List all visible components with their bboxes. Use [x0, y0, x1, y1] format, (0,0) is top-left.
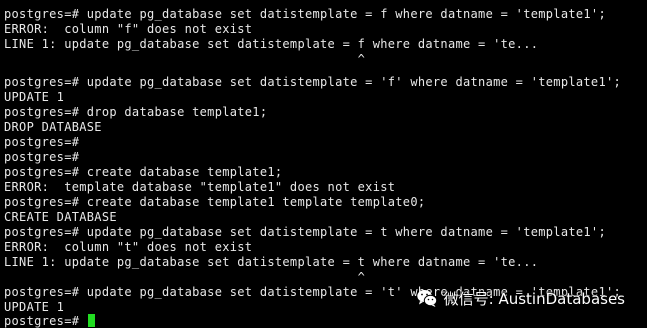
terminal-line: LINE 1: update pg_database set datistemp…: [4, 37, 539, 51]
wechat-watermark: 微信号: AustinDatabases: [412, 287, 629, 309]
terminal-line: postgres=# update pg_database set datist…: [4, 225, 606, 239]
terminal-line: DROP DATABASE: [4, 120, 102, 134]
terminal-cursor: [87, 314, 95, 327]
prompt-text: postgres=#: [4, 314, 87, 328]
wechat-icon: [416, 290, 437, 307]
terminal-line: CREATE DATABASE: [4, 210, 117, 224]
terminal-line: postgres=# create database template1 tem…: [4, 195, 426, 209]
terminal-line: postgres=# create database template1;: [4, 165, 283, 179]
terminal-line: postgres=#: [4, 150, 80, 164]
terminal-line: postgres=# update pg_database set datist…: [4, 75, 622, 89]
terminal-line: UPDATE 1: [4, 300, 65, 314]
terminal-line: ERROR: column "f" does not exist: [4, 22, 253, 36]
terminal-line: postgres=# drop database template1;: [4, 105, 268, 119]
terminal-line: ERROR: column "t" does not exist: [4, 240, 253, 254]
terminal-line: LINE 1: update pg_database set datistemp…: [4, 255, 539, 269]
terminal-line: UPDATE 1: [4, 90, 65, 104]
terminal-window[interactable]: postgres=# update pg_database set datist…: [0, 0, 647, 328]
terminal-line: postgres=# update pg_database set datist…: [4, 7, 606, 21]
terminal-line: ^: [4, 270, 366, 284]
terminal-line: postgres=#: [4, 135, 80, 149]
terminal-prompt-line[interactable]: postgres=#: [4, 314, 95, 328]
terminal-line: ERROR: template database "template1" doe…: [4, 180, 396, 194]
watermark-text: 微信号: AustinDatabases: [443, 289, 625, 308]
terminal-line: ^: [4, 52, 366, 66]
